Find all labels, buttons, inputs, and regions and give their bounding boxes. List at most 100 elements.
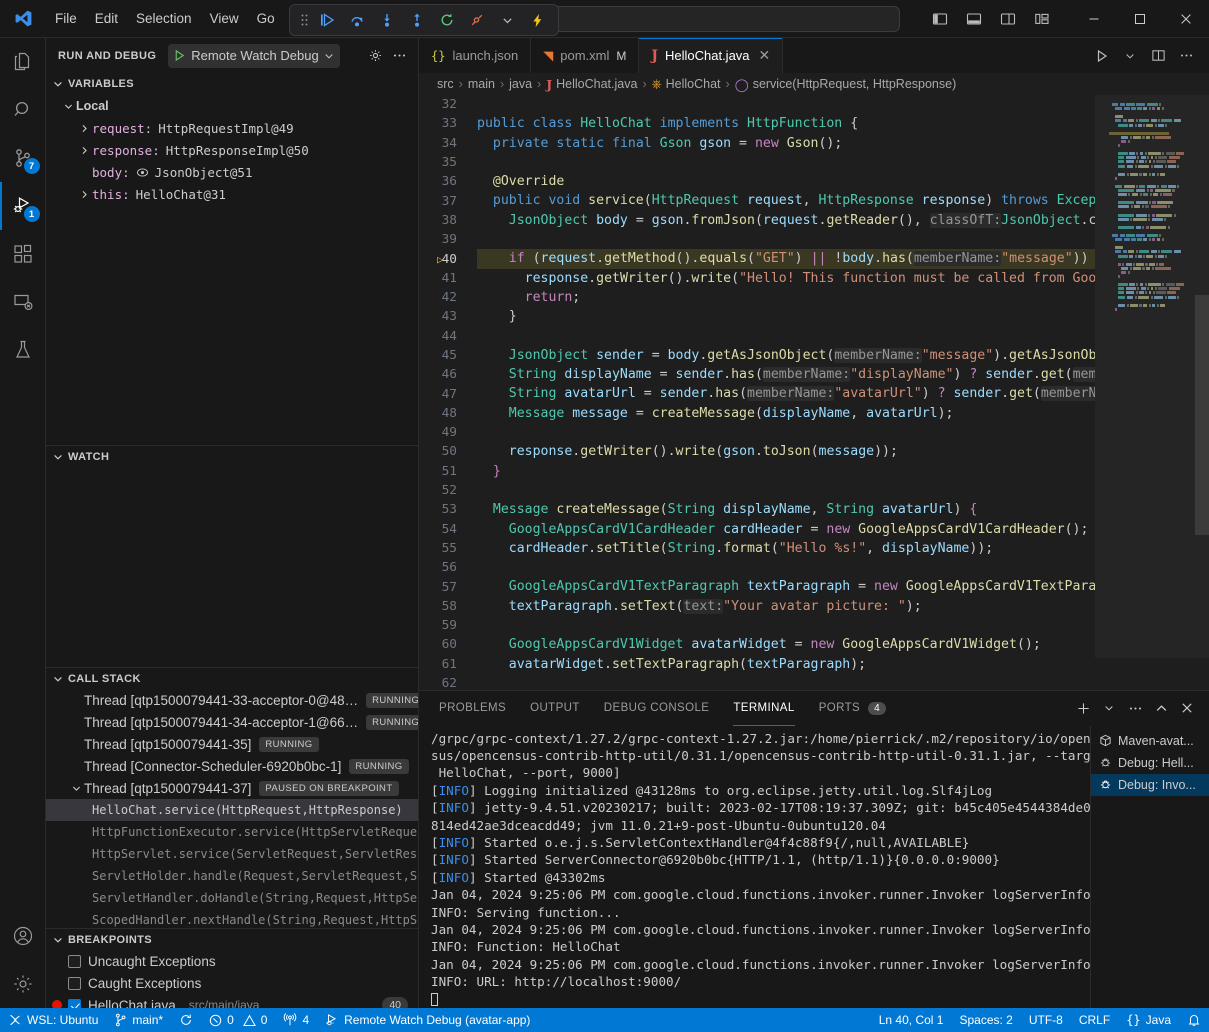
maximize-panel-button[interactable] bbox=[1149, 696, 1173, 720]
tab-output[interactable]: OUTPUT bbox=[530, 691, 580, 726]
code-editor[interactable]: 3233public class HelloChat implements Ht… bbox=[419, 95, 1209, 690]
close-button[interactable] bbox=[1163, 0, 1209, 38]
breakpoints-section-header[interactable]: BREAKPOINTS bbox=[46, 928, 418, 950]
variable-row-this[interactable]: this: HelloChat@31 bbox=[46, 183, 418, 205]
editor-encoding[interactable]: UTF-8 bbox=[1021, 1008, 1071, 1032]
panel-more-actions-button[interactable] bbox=[1123, 696, 1147, 720]
menu-item-selection[interactable]: Selection bbox=[127, 7, 201, 30]
sidebar-item-search[interactable] bbox=[0, 86, 46, 134]
launch-configuration-selector[interactable]: Remote Watch Debug bbox=[168, 44, 339, 68]
terminal-list-item[interactable]: Debug: Hell... bbox=[1091, 752, 1209, 774]
terminal-output[interactable]: /grpc/grpc-context/1.27.2/grpc-context-1… bbox=[419, 726, 1090, 1009]
code-line[interactable]: 62 bbox=[419, 674, 1095, 690]
run-dropdown-button[interactable] bbox=[1117, 43, 1143, 69]
stack-frame-row[interactable]: HelloChat.service(HttpRequest,HttpRespon… bbox=[46, 799, 418, 821]
code-line[interactable]: 32 bbox=[419, 95, 1095, 114]
code-line[interactable]: 45 JsonObject sender = body.getAsJsonObj… bbox=[419, 346, 1095, 365]
breakpoint-row-hellochat[interactable]: HelloChat.java src/main/java 40 bbox=[46, 994, 418, 1008]
layout-sidebar-left-icon[interactable] bbox=[925, 6, 955, 32]
step-over-button[interactable] bbox=[342, 7, 372, 33]
sidebar-item-remote-explorer[interactable] bbox=[0, 278, 46, 326]
stack-frame-row[interactable]: HttpFunctionExecutor.service(HttpServlet… bbox=[46, 821, 418, 843]
layout-sidebar-right-icon[interactable] bbox=[993, 6, 1023, 32]
code-line[interactable]: 36 @Override bbox=[419, 172, 1095, 191]
breakpoint-row-caught-exceptions[interactable]: Caught Exceptions bbox=[46, 972, 418, 994]
tab-debug-console[interactable]: DEBUG CONSOLE bbox=[604, 691, 710, 726]
code-line[interactable]: 49 bbox=[419, 423, 1095, 442]
thread-row[interactable]: Thread [qtp1500079441-35] RUNNING bbox=[46, 733, 418, 755]
remote-indicator[interactable]: WSL: Ubuntu bbox=[0, 1008, 106, 1032]
split-editor-button[interactable] bbox=[1145, 43, 1171, 69]
breadcrumb-item-main[interactable]: main bbox=[468, 77, 495, 91]
drag-grip-icon[interactable] bbox=[296, 13, 312, 27]
breadcrumb-item-file[interactable]: HelloChat.java bbox=[556, 77, 637, 91]
stack-frame-row[interactable]: ServletHolder.handle(Request,ServletRequ… bbox=[46, 865, 418, 887]
code-line[interactable]: ▷40 if (request.getMethod().equals("GET"… bbox=[419, 249, 1095, 268]
chevron-down-icon[interactable] bbox=[68, 783, 84, 794]
step-into-button[interactable] bbox=[372, 7, 402, 33]
code-line[interactable]: 56 bbox=[419, 558, 1095, 577]
thread-row[interactable]: Thread [qtp1500079441-33-acceptor-0@48… … bbox=[46, 689, 418, 711]
sidebar-more-actions-button[interactable] bbox=[388, 45, 410, 67]
problems-indicator[interactable]: 0 0 bbox=[201, 1008, 275, 1032]
breakpoint-checkbox[interactable] bbox=[68, 955, 81, 968]
tab-hellochat-java[interactable]: J HelloChat.java ✕ bbox=[639, 38, 783, 73]
open-launch-json-button[interactable] bbox=[364, 45, 386, 67]
code-line[interactable]: 54 GoogleAppsCardV1CardHeader cardHeader… bbox=[419, 520, 1095, 539]
tab-problems[interactable]: PROBLEMS bbox=[439, 691, 506, 726]
branch-indicator[interactable]: main* bbox=[106, 1008, 171, 1032]
editor-eol[interactable]: CRLF bbox=[1071, 1008, 1118, 1032]
menu-item-go[interactable]: Go bbox=[248, 7, 284, 30]
stack-frame-row[interactable]: ScopedHandler.nextHandle(String,Request,… bbox=[46, 909, 418, 928]
code-lines[interactable]: 3233public class HelloChat implements Ht… bbox=[419, 95, 1095, 690]
tab-pom-xml[interactable]: ◥ pom.xml M bbox=[531, 38, 639, 73]
thread-row[interactable]: Thread [Connector-Scheduler-6920b0bc-1] … bbox=[46, 755, 418, 777]
editor-indentation[interactable]: Spaces: 2 bbox=[951, 1008, 1020, 1032]
sidebar-item-run-and-debug[interactable]: 1 bbox=[0, 182, 46, 230]
debug-session-indicator[interactable]: Remote Watch Debug (avatar-app) bbox=[317, 1008, 538, 1032]
layout-panel-icon[interactable] bbox=[959, 6, 989, 32]
step-out-button[interactable] bbox=[402, 7, 432, 33]
terminal-list-item[interactable]: Debug: Invo... bbox=[1091, 774, 1209, 796]
editor-position[interactable]: Ln 40, Col 1 bbox=[871, 1008, 952, 1032]
chevron-right-icon[interactable] bbox=[76, 145, 92, 156]
code-line[interactable]: 55 cardHeader.setTitle(String.format("He… bbox=[419, 539, 1095, 558]
breakpoint-row-uncaught-exceptions[interactable]: Uncaught Exceptions bbox=[46, 950, 418, 972]
code-line[interactable]: 48 Message message = createMessage(displ… bbox=[419, 404, 1095, 423]
code-line[interactable]: 60 GoogleAppsCardV1Widget avatarWidget =… bbox=[419, 635, 1095, 654]
close-icon[interactable]: ✕ bbox=[759, 47, 771, 64]
maximize-button[interactable] bbox=[1117, 0, 1163, 38]
editor-language[interactable]: {} Java bbox=[1118, 1008, 1179, 1032]
continue-button[interactable] bbox=[312, 7, 342, 33]
stack-frame-row[interactable]: HttpServlet.service(ServletRequest,Servl… bbox=[46, 843, 418, 865]
accounts-button[interactable] bbox=[0, 912, 46, 960]
code-line[interactable]: 44 bbox=[419, 327, 1095, 346]
chevron-down-icon[interactable] bbox=[492, 7, 522, 33]
code-line[interactable]: 58 textParagraph.setText(text:"Your avat… bbox=[419, 597, 1095, 616]
variables-scope-local[interactable]: Local bbox=[46, 95, 418, 117]
sidebar-item-testing[interactable] bbox=[0, 326, 46, 374]
run-java-button[interactable] bbox=[1089, 43, 1115, 69]
breadcrumb-item-method[interactable]: service(HttpRequest, HttpResponse) bbox=[753, 77, 957, 91]
disconnect-button[interactable] bbox=[462, 7, 492, 33]
code-line[interactable]: 39 bbox=[419, 230, 1095, 249]
menu-item-edit[interactable]: Edit bbox=[86, 7, 127, 30]
editor-scrollbar[interactable] bbox=[1195, 95, 1209, 690]
chevron-right-icon[interactable] bbox=[76, 123, 92, 134]
notifications-bell[interactable] bbox=[1179, 1008, 1209, 1032]
settings-button[interactable] bbox=[0, 960, 46, 1008]
sync-changes-button[interactable] bbox=[171, 1008, 201, 1032]
radio-tower-indicator[interactable]: 4 bbox=[275, 1008, 317, 1032]
menu-item-view[interactable]: View bbox=[201, 7, 248, 30]
code-line[interactable]: 61 avatarWidget.setTextParagraph(textPar… bbox=[419, 655, 1095, 674]
editor-more-actions-button[interactable] bbox=[1173, 43, 1199, 69]
lightning-icon[interactable] bbox=[522, 7, 552, 33]
sidebar-item-source-control[interactable]: 7 bbox=[0, 134, 46, 182]
call-stack-section-header[interactable]: CALL STACK bbox=[46, 667, 418, 689]
code-line[interactable]: 35 bbox=[419, 153, 1095, 172]
tab-terminal[interactable]: TERMINAL bbox=[733, 691, 794, 726]
sidebar-item-explorer[interactable] bbox=[0, 38, 46, 86]
close-panel-button[interactable] bbox=[1175, 696, 1199, 720]
variables-section-header[interactable]: VARIABLES bbox=[46, 73, 418, 95]
code-line[interactable]: 33public class HelloChat implements Http… bbox=[419, 114, 1095, 133]
